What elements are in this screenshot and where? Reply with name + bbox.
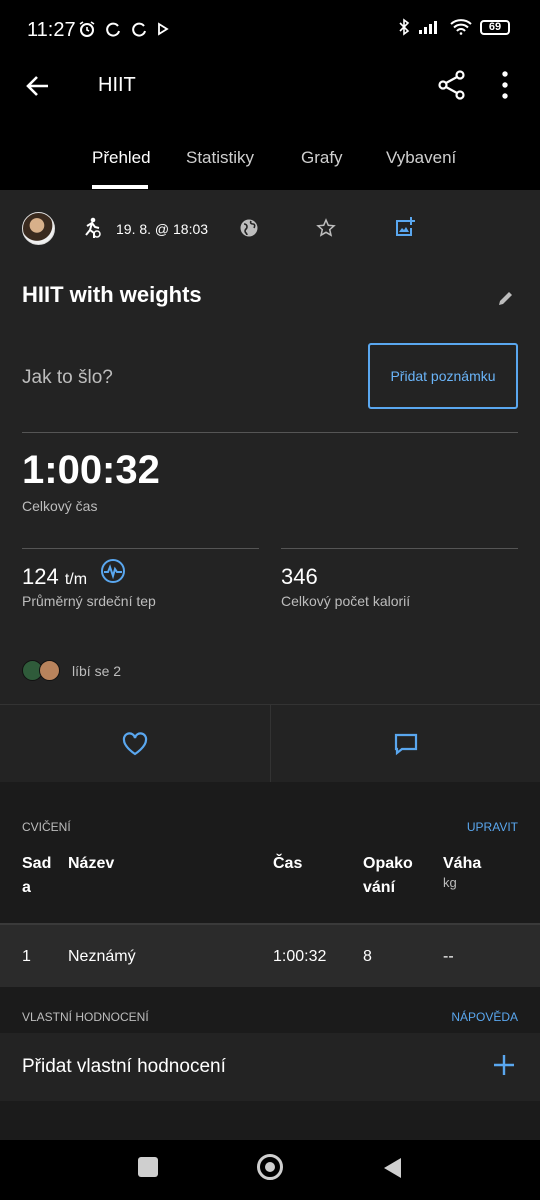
avg-heart-rate-unit: t/m — [64, 571, 88, 588]
more-options-button[interactable] — [500, 70, 510, 105]
share-button[interactable] — [438, 70, 466, 105]
heart-icon — [122, 732, 148, 756]
pencil-icon — [499, 290, 514, 305]
column-header-weight: Váha — [443, 855, 482, 872]
sync-icon — [132, 22, 146, 37]
avatar — [39, 660, 60, 681]
tab-charts[interactable]: Grafy — [301, 148, 343, 168]
column-header-set: Sad a — [22, 855, 52, 896]
more-vert-icon — [502, 71, 508, 99]
tab-statistics[interactable]: Statistiky — [186, 148, 254, 168]
activity-meta-row: 19. 8. @ 18:03 — [22, 212, 522, 246]
back-triangle-icon — [384, 1158, 401, 1178]
divider — [281, 548, 518, 549]
app-bar: HIIT — [0, 60, 540, 112]
total-time-label: Celkový čas — [22, 498, 98, 514]
column-header-reps: Opako vání — [363, 855, 413, 896]
exercises-section-label: CVIČENÍ — [22, 820, 71, 834]
cell-weight: -- — [443, 948, 454, 965]
how-did-it-go-prompt[interactable]: Jak to šlo? — [22, 367, 113, 389]
heart-rate-chart-button[interactable] — [100, 558, 126, 589]
tab-bar: Přehled Statistiky Grafy Vybavení — [0, 130, 540, 190]
tab-gear[interactable]: Vybavení — [386, 148, 456, 168]
add-custom-rating-label: Přidat vlastní hodnocení — [22, 1056, 226, 1077]
calories-value: 346 — [281, 564, 318, 589]
add-custom-rating-button[interactable] — [492, 1053, 516, 1082]
privacy-button[interactable] — [239, 218, 259, 243]
avatar[interactable] — [22, 212, 55, 245]
tab-overview[interactable]: Přehled — [92, 148, 151, 168]
signal-icon — [419, 21, 437, 34]
sync-icon — [106, 22, 120, 37]
activity-date: 19. 8. @ 18:03 — [116, 221, 209, 237]
cell-time: 1:00:32 — [273, 948, 327, 965]
back-arrow-icon — [26, 76, 48, 96]
add-photo-button[interactable] — [394, 216, 416, 243]
add-custom-rating-row[interactable]: Přidat vlastní hodnocení — [0, 1033, 540, 1101]
cell-set: 1 — [22, 948, 31, 965]
exercises-table-header: Sad a Název Čas Opako vání Váha kg — [0, 840, 540, 923]
star-icon — [316, 218, 336, 237]
likers-avatars[interactable] — [22, 660, 62, 681]
overview-content: 19. 8. @ 18:03 HIIT with weights Jak to … — [0, 190, 540, 1140]
help-button[interactable]: NÁPOVĚDA — [451, 1010, 518, 1024]
page-title: HIIT — [98, 74, 136, 96]
heart-rate-icon — [101, 559, 125, 583]
column-header-name: Název — [68, 855, 115, 872]
divider — [22, 432, 518, 433]
recents-button[interactable] — [138, 1157, 158, 1177]
status-bar: 11:27 69 — [0, 0, 540, 60]
wifi-icon — [450, 19, 472, 35]
play-icon — [158, 22, 169, 36]
back-button[interactable] — [24, 72, 52, 105]
cell-reps: 8 — [363, 948, 372, 965]
exercises-section-header: CVIČENÍ UPRAVIT — [0, 782, 540, 840]
custom-rating-section-header: VLASTNÍ HODNOCENÍ NÁPOVĚDA — [0, 987, 540, 1033]
table-row[interactable]: 1 Neznámý 1:00:32 8 -- — [0, 925, 540, 987]
comment-button[interactable] — [271, 705, 540, 783]
custom-rating-section-label: VLASTNÍ HODNOCENÍ — [22, 1010, 149, 1024]
status-time: 11:27 — [27, 19, 76, 41]
edit-exercises-button[interactable]: UPRAVIT — [467, 820, 518, 834]
likes-count[interactable]: líbí se 2 — [72, 663, 121, 679]
add-photo-icon — [396, 217, 415, 236]
bottom-spacer — [0, 1101, 540, 1140]
edit-title-button[interactable] — [496, 288, 516, 313]
home-button[interactable] — [257, 1154, 283, 1180]
status-right-icons: 69 — [398, 18, 510, 36]
favorite-button[interactable] — [316, 218, 336, 243]
activity-type-icon — [82, 217, 102, 244]
globe-icon — [240, 219, 258, 237]
column-header-time: Čas — [273, 855, 303, 872]
plus-icon — [494, 1055, 514, 1075]
share-icon — [438, 70, 465, 100]
status-left-icons — [78, 20, 170, 38]
tab-indicator — [92, 185, 148, 189]
calories-label: Celkový počet kalorií — [281, 593, 411, 609]
avg-heart-rate-number: 124 — [22, 564, 59, 589]
alarm-icon — [79, 21, 95, 37]
system-back-button[interactable] — [382, 1156, 404, 1185]
add-note-button[interactable]: Přidat poznámku — [368, 343, 518, 409]
social-action-bar — [0, 704, 540, 784]
workout-title: HIIT with weights — [22, 282, 202, 307]
comment-icon — [394, 733, 417, 756]
divider — [22, 548, 259, 549]
avg-heart-rate-value: 124 t/m — [22, 564, 87, 590]
avg-heart-rate-label: Průměrný srdeční tep — [22, 593, 156, 609]
total-time-value: 1:00:32 — [22, 448, 160, 492]
bluetooth-icon — [399, 18, 410, 36]
system-nav-bar — [0, 1140, 540, 1200]
battery-indicator: 69 — [480, 19, 510, 35]
column-header-weight-unit: kg — [443, 875, 457, 890]
cell-name: Neznámý — [68, 948, 136, 965]
like-button[interactable] — [0, 705, 270, 783]
